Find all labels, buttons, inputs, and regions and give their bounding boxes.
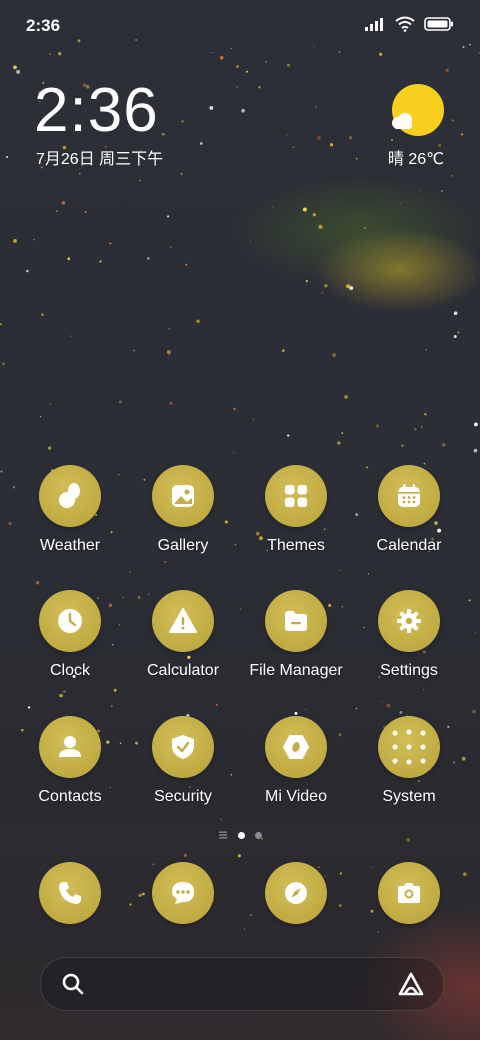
dock-camera[interactable] [354, 862, 464, 924]
page-dot-active[interactable] [238, 831, 245, 839]
app-weather[interactable]: Weather [15, 465, 125, 555]
app-label: Calendar [376, 537, 442, 554]
weather-icon [39, 465, 101, 527]
app-settings[interactable]: Settings [354, 590, 464, 680]
mi-video-icon [265, 716, 327, 778]
contacts-icon [39, 716, 101, 778]
app-calendar[interactable]: Calendar [354, 465, 464, 555]
app-label: Weather [39, 537, 101, 554]
clock-icon [39, 590, 101, 652]
app-label: Calculator [146, 662, 220, 679]
app-label: Contacts [38, 788, 102, 805]
app-calculator[interactable]: Calculator [128, 590, 238, 680]
camera-icon [378, 862, 440, 924]
security-icon [152, 716, 214, 778]
app-themes[interactable]: Themes [241, 465, 351, 555]
app-label: Settings [380, 662, 438, 679]
phone-icon [39, 862, 101, 924]
status-time: 2:36 [26, 16, 61, 35]
app-gallery[interactable]: Gallery [128, 465, 238, 555]
themes-icon [265, 465, 327, 527]
wifi-icon [395, 16, 415, 32]
clock-widget-time[interactable]: 2:36 [34, 76, 159, 146]
app-label: Themes [267, 537, 325, 554]
status-bar: 2:36 [0, 0, 480, 50]
calendar-icon [378, 465, 440, 527]
browser-icon [265, 862, 327, 924]
app-label: Gallery [157, 537, 209, 554]
app-label: Security [154, 788, 212, 805]
app-label: File Manager [249, 662, 343, 679]
calculator-icon [152, 590, 214, 652]
app-clock[interactable]: Clock [15, 590, 125, 680]
page-indicator [0, 830, 480, 840]
settings-icon [378, 590, 440, 652]
clock-widget-date: 7月26日 周三下午 [36, 151, 164, 168]
search-icon[interactable] [61, 972, 85, 996]
app-security[interactable]: Security [128, 716, 238, 806]
app-label: System [382, 788, 436, 805]
app-file-manager[interactable]: File Manager [241, 590, 351, 680]
dock-browser[interactable] [241, 862, 351, 924]
signal-icon [365, 18, 383, 31]
app-mi-video[interactable]: Mi Video [241, 716, 351, 806]
search-bar[interactable] [40, 957, 444, 1011]
assistant-icon[interactable] [397, 971, 425, 997]
status-icons [364, 16, 454, 32]
file-manager-icon [265, 590, 327, 652]
cloud-icon [392, 113, 412, 129]
gallery-icon [152, 465, 214, 527]
dock-messages[interactable] [128, 862, 238, 924]
app-label: Clock [49, 662, 90, 679]
app-system-folder[interactable]: System [354, 716, 464, 806]
battery-icon [424, 17, 453, 31]
weather-widget-text: 晴 26℃ [387, 151, 445, 168]
dock-phone[interactable] [15, 862, 125, 924]
page-dot[interactable] [255, 831, 262, 839]
app-list-icon[interactable] [218, 830, 228, 840]
app-contacts[interactable]: Contacts [15, 716, 125, 806]
messages-icon [152, 862, 214, 924]
system-folder-icon [378, 716, 440, 778]
app-label: Mi Video [265, 788, 327, 805]
